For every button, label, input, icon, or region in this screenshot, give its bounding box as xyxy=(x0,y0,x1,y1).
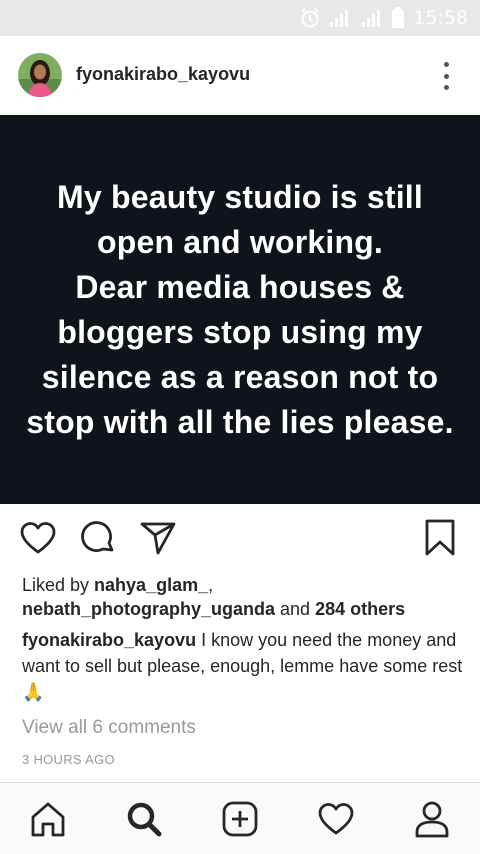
view-comments-link[interactable]: View all 6 comments xyxy=(22,717,196,739)
post-actions xyxy=(0,504,480,574)
more-options-icon[interactable] xyxy=(436,62,456,90)
liker-link[interactable]: nebath_photography_uganda xyxy=(22,599,275,619)
home-icon[interactable] xyxy=(26,797,70,841)
alarm-icon xyxy=(299,7,321,29)
search-icon[interactable] xyxy=(122,797,166,841)
likes-others-link[interactable]: 284 others xyxy=(315,599,405,619)
caption-username[interactable]: fyonakirabo_kayovu xyxy=(22,630,196,650)
battery-icon xyxy=(391,7,405,29)
signal-icon xyxy=(329,8,351,28)
likes-comma: , xyxy=(208,575,214,595)
signal-3g-icon xyxy=(359,8,383,28)
post-header: fyonakirabo_kayovu xyxy=(0,36,480,114)
likes-summary: Liked by nahya_glam_, nebath_photography… xyxy=(22,573,468,621)
profile-icon[interactable] xyxy=(410,797,454,841)
heart-icon[interactable] xyxy=(18,518,58,558)
status-time: 15:58 xyxy=(413,7,468,29)
avatar[interactable] xyxy=(18,52,62,97)
post-caption: fyonakirabo_kayovu I know you need the m… xyxy=(22,627,468,705)
share-icon[interactable] xyxy=(138,518,178,558)
bookmark-icon[interactable] xyxy=(420,518,460,558)
post-username[interactable]: fyonakirabo_kayovu xyxy=(76,64,250,85)
likes-and: and xyxy=(275,599,316,619)
pray-emoji: 🙏 xyxy=(22,682,45,702)
post-image-text: My beauty studio is still open and worki… xyxy=(26,178,454,440)
post-image[interactable]: My beauty studio is still open and worki… xyxy=(0,115,480,504)
comment-icon[interactable] xyxy=(78,518,118,558)
add-post-icon[interactable] xyxy=(218,797,262,841)
bottom-nav xyxy=(0,782,480,854)
activity-heart-icon[interactable] xyxy=(314,797,358,841)
likes-prefix: Liked by xyxy=(22,575,95,595)
status-bar: 15:58 xyxy=(0,0,480,36)
liker-link[interactable]: nahya_glam_ xyxy=(94,575,208,595)
post-timestamp: 3 HOURS AGO xyxy=(22,752,115,767)
